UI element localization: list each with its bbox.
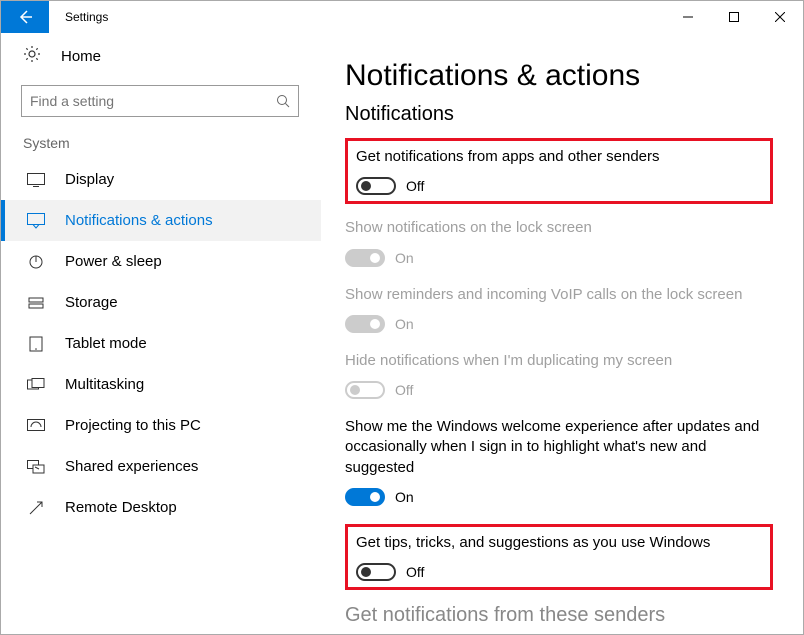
search-field[interactable] bbox=[30, 93, 276, 109]
minimize-button[interactable] bbox=[665, 1, 711, 33]
sidebar-item-label: Remote Desktop bbox=[65, 499, 177, 516]
close-button[interactable] bbox=[757, 1, 803, 33]
setting-lock-screen: Show notifications on the lock screen On bbox=[345, 218, 773, 266]
toggle-state: On bbox=[395, 489, 414, 505]
setting-get-notifications: Get notifications from apps and other se… bbox=[356, 147, 762, 195]
sidebar-item-label: Projecting to this PC bbox=[65, 417, 201, 434]
back-button[interactable] bbox=[1, 1, 49, 33]
display-icon bbox=[27, 173, 45, 187]
setting-welcome-experience: Show me the Windows welcome experience a… bbox=[345, 417, 773, 506]
sidebar-item-remote[interactable]: Remote Desktop bbox=[1, 487, 321, 528]
titlebar: Settings bbox=[1, 1, 803, 33]
toggle-welcome-experience[interactable] bbox=[345, 488, 385, 506]
section-title: Notifications bbox=[345, 103, 773, 126]
sidebar-item-label: Multitasking bbox=[65, 376, 144, 393]
shared-icon bbox=[27, 460, 45, 474]
arrow-left-icon bbox=[17, 9, 33, 25]
setting-reminders-voip: Show reminders and incoming VoIP calls o… bbox=[345, 285, 773, 333]
sidebar-item-shared[interactable]: Shared experiences bbox=[1, 446, 321, 487]
toggle-state: On bbox=[395, 250, 414, 266]
sidebar-item-tablet[interactable]: Tablet mode bbox=[1, 323, 321, 364]
window-controls bbox=[665, 1, 803, 33]
setting-label: Show notifications on the lock screen bbox=[345, 218, 773, 238]
toggle-state: Off bbox=[406, 564, 424, 580]
home-link[interactable]: Home bbox=[1, 33, 321, 75]
setting-label: Get notifications from apps and other se… bbox=[356, 147, 762, 167]
sidebar-item-power[interactable]: Power & sleep bbox=[1, 241, 321, 282]
sidebar-item-label: Notifications & actions bbox=[65, 212, 213, 229]
toggle-state: Off bbox=[395, 382, 413, 398]
highlight-box-1: Get notifications from apps and other se… bbox=[345, 138, 773, 204]
setting-hide-duplicating: Hide notifications when I'm duplicating … bbox=[345, 351, 773, 399]
toggle-state: On bbox=[395, 316, 414, 332]
home-label: Home bbox=[61, 48, 101, 65]
window-title: Settings bbox=[65, 10, 108, 24]
sidebar: Home System Display Notifications & acti… bbox=[1, 33, 321, 634]
sidebar-item-label: Shared experiences bbox=[65, 458, 198, 475]
remote-icon bbox=[27, 500, 45, 516]
sidebar-item-notifications[interactable]: Notifications & actions bbox=[1, 200, 321, 241]
multitasking-icon bbox=[27, 378, 45, 392]
sidebar-item-label: Power & sleep bbox=[65, 253, 162, 270]
search-icon bbox=[276, 94, 290, 108]
projecting-icon bbox=[27, 419, 45, 433]
sidebar-item-label: Display bbox=[65, 171, 114, 188]
maximize-button[interactable] bbox=[711, 1, 757, 33]
minimize-icon bbox=[683, 12, 693, 22]
page-title: Notifications & actions bbox=[345, 59, 773, 93]
setting-label: Get tips, tricks, and suggestions as you… bbox=[356, 533, 762, 553]
toggle-get-notifications[interactable] bbox=[356, 177, 396, 195]
toggle-hide-duplicating bbox=[345, 381, 385, 399]
sidebar-item-multitasking[interactable]: Multitasking bbox=[1, 364, 321, 405]
toggle-state: Off bbox=[406, 178, 424, 194]
toggle-reminders-voip bbox=[345, 315, 385, 333]
search-input[interactable] bbox=[21, 85, 299, 117]
setting-tips-tricks: Get tips, tricks, and suggestions as you… bbox=[356, 533, 762, 581]
notifications-icon bbox=[27, 213, 45, 229]
power-icon bbox=[27, 254, 45, 270]
sidebar-item-label: Storage bbox=[65, 294, 118, 311]
sidebar-item-label: Tablet mode bbox=[65, 335, 147, 352]
category-header: System bbox=[1, 135, 321, 159]
toggle-lock-screen bbox=[345, 249, 385, 267]
setting-label: Show reminders and incoming VoIP calls o… bbox=[345, 285, 773, 305]
setting-label: Show me the Windows welcome experience a… bbox=[345, 417, 773, 478]
next-section-heading: Get notifications from these senders bbox=[345, 604, 773, 627]
sidebar-item-storage[interactable]: Storage bbox=[1, 282, 321, 323]
setting-label: Hide notifications when I'm duplicating … bbox=[345, 351, 773, 371]
storage-icon bbox=[27, 295, 45, 311]
highlight-box-2: Get tips, tricks, and suggestions as you… bbox=[345, 524, 773, 590]
maximize-icon bbox=[729, 12, 739, 22]
close-icon bbox=[775, 12, 785, 22]
main-content: Notifications & actions Notifications Ge… bbox=[321, 33, 803, 634]
sidebar-item-projecting[interactable]: Projecting to this PC bbox=[1, 405, 321, 446]
sidebar-item-display[interactable]: Display bbox=[1, 159, 321, 200]
gear-icon bbox=[23, 45, 41, 67]
toggle-tips-tricks[interactable] bbox=[356, 563, 396, 581]
tablet-icon bbox=[27, 336, 45, 352]
